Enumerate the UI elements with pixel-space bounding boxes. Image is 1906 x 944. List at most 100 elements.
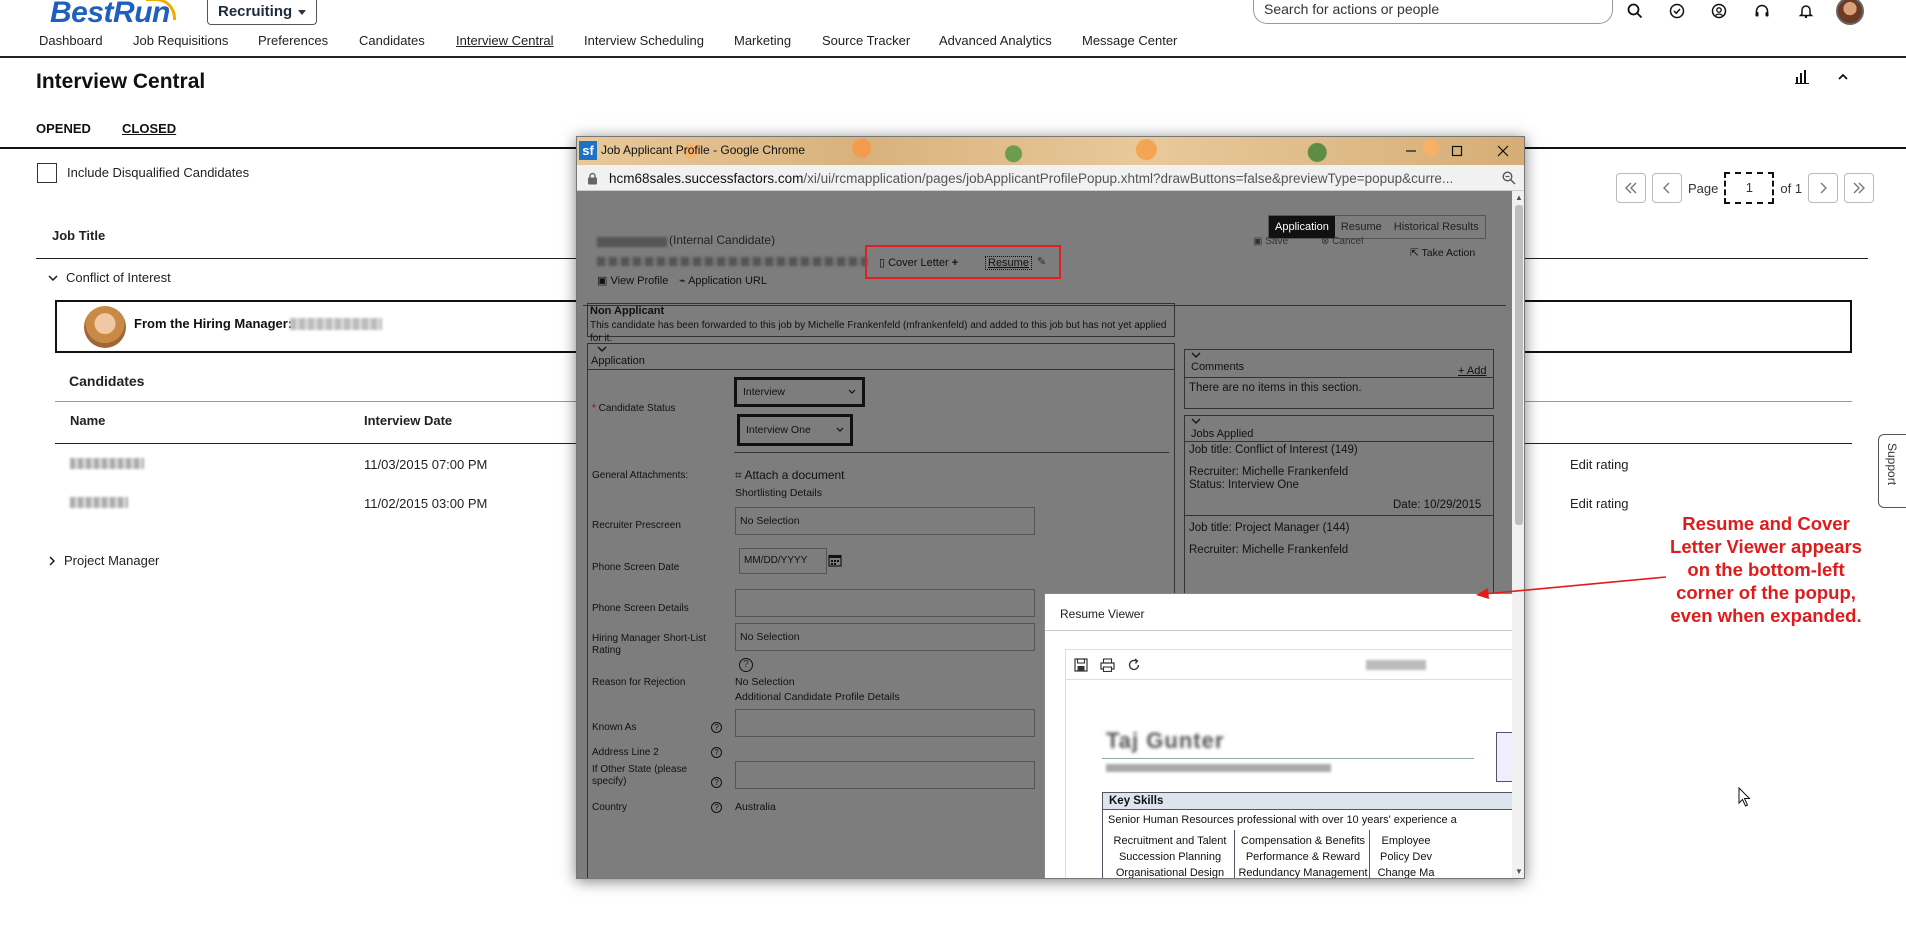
tab-application[interactable]: Application — [1269, 216, 1335, 238]
help-icon[interactable]: ? — [711, 722, 722, 733]
cover-letter-link[interactable]: ▯ Cover Letter + — [879, 256, 958, 269]
edit-rating-link[interactable]: Edit rating — [1570, 457, 1629, 472]
group-project-manager[interactable]: Project Manager — [48, 553, 159, 568]
chevron-right-icon — [1820, 182, 1828, 194]
nav-source-tracker[interactable]: Source Tracker — [822, 33, 910, 48]
nav-preferences[interactable]: Preferences — [258, 33, 328, 48]
chevron-down-icon[interactable] — [1191, 351, 1201, 359]
edit-rating-link[interactable]: Edit rating — [1570, 496, 1629, 511]
cancel-button[interactable]: ⊗ Cancel — [1321, 236, 1363, 247]
candidate-status-select-2[interactable]: Interview One — [737, 414, 853, 446]
reason-rejection-value[interactable]: No Selection — [735, 676, 795, 688]
tab-opened[interactable]: OPENED — [36, 121, 91, 136]
chevron-down-icon — [48, 275, 58, 281]
candidate-name-redacted[interactable] — [70, 458, 144, 469]
module-switcher-button[interactable]: Recruiting — [207, 0, 318, 25]
include-disqualified-checkbox[interactable] — [37, 163, 57, 183]
tab-resume[interactable]: Resume — [1335, 216, 1388, 238]
recruiter-prescreen-select[interactable]: No Selection — [735, 507, 1035, 535]
chevron-down-icon[interactable] — [597, 345, 607, 353]
bell-icon[interactable] — [1795, 0, 1817, 22]
nav-interview-scheduling[interactable]: Interview Scheduling — [584, 33, 704, 48]
url-text[interactable]: hcm68sales.successfactors.com/xi/ui/rcma… — [609, 171, 1453, 186]
help-icon[interactable]: ? — [739, 658, 753, 672]
pencil-icon[interactable]: ✎ — [1037, 255, 1046, 268]
nav-interview-central[interactable]: Interview Central — [456, 33, 554, 48]
nav-job-requisitions[interactable]: Job Requisitions — [133, 33, 228, 48]
known-as-input[interactable] — [735, 709, 1035, 737]
search-input[interactable]: Search for actions or people — [1253, 0, 1613, 24]
popup-scrollbar[interactable]: ▲ ▼ — [1512, 191, 1524, 878]
phone-screen-details-input[interactable] — [735, 589, 1035, 617]
column-header-job-title[interactable]: Job Title — [52, 228, 105, 243]
last-page-button[interactable] — [1844, 173, 1875, 203]
tab-historical-results[interactable]: Historical Results — [1388, 216, 1485, 238]
previous-page-button[interactable] — [1652, 173, 1682, 203]
phone-screen-date-input[interactable]: MM/DD/YYYY — [739, 548, 827, 574]
divider — [587, 369, 1175, 370]
plus-icon[interactable]: + — [952, 257, 958, 269]
save-icon[interactable] — [1074, 657, 1088, 672]
save-button[interactable]: ▣ Save — [1253, 236, 1288, 247]
nav-advanced-analytics[interactable]: Advanced Analytics — [939, 33, 1052, 48]
hiring-manager-name-redacted — [290, 318, 382, 330]
nav-message-center[interactable]: Message Center — [1082, 33, 1177, 48]
print-icon[interactable] — [1100, 657, 1115, 672]
address-bar[interactable]: hcm68sales.successfactors.com/xi/ui/rcma… — [577, 165, 1524, 191]
caret-down-icon — [298, 9, 307, 15]
assistant-icon[interactable] — [1708, 0, 1730, 22]
group-conflict-of-interest[interactable]: Conflict of Interest — [48, 270, 171, 285]
scroll-down-icon[interactable]: ▼ — [1515, 867, 1523, 876]
minimize-button[interactable] — [1388, 137, 1434, 165]
help-icon[interactable]: ? — [711, 747, 722, 758]
chevron-down-icon[interactable] — [1191, 417, 1201, 425]
bar-chart-icon[interactable] — [1794, 68, 1810, 84]
resume-document[interactable]: Taj Gunter Key Skills Senior Human Resou… — [1065, 649, 1512, 878]
scrollbar-thumb[interactable] — [1515, 205, 1523, 525]
column-header-name[interactable]: Name — [70, 413, 105, 428]
candidate-name-redacted[interactable] — [70, 497, 128, 508]
divider — [1102, 758, 1474, 759]
resume-summary: Senior Human Resources professional with… — [1108, 814, 1457, 826]
job-title[interactable]: Job title: Conflict of Interest (149) — [1189, 444, 1358, 456]
phone-screen-details-label: Phone Screen Details — [592, 603, 689, 614]
application-url-link[interactable]: ⌁ Application URL — [679, 274, 767, 287]
view-profile-link[interactable]: ▣ View Profile — [597, 274, 668, 287]
nav-candidates[interactable]: Candidates — [359, 33, 425, 48]
todo-check-icon[interactable] — [1666, 0, 1688, 22]
column-header-interview-date[interactable]: Interview Date — [364, 413, 452, 428]
next-page-button[interactable] — [1808, 173, 1839, 203]
divider — [1045, 630, 1512, 631]
if-other-state-input[interactable] — [735, 761, 1035, 789]
popup-title-bar[interactable]: sf Job Applicant Profile - Google Chrome — [577, 137, 1524, 165]
take-action-button[interactable]: ⇱ Take Action — [1410, 247, 1475, 259]
help-icon[interactable]: ? — [711, 802, 722, 813]
hm-shortlist-label: Hiring Manager Short-List Rating — [592, 633, 706, 656]
add-comment-link[interactable]: + Add — [1458, 365, 1486, 377]
chevron-up-icon[interactable] — [1836, 70, 1850, 84]
search-icon[interactable] — [1624, 0, 1646, 22]
support-tab[interactable]: Support — [1878, 434, 1906, 508]
job-title[interactable]: Job title: Project Manager (144) — [1189, 522, 1349, 534]
headset-icon[interactable] — [1751, 0, 1773, 22]
close-button[interactable] — [1480, 137, 1524, 165]
nav-marketing[interactable]: Marketing — [734, 33, 791, 48]
maximize-button[interactable] — [1434, 137, 1480, 165]
page-number-input[interactable]: 1 — [1724, 172, 1775, 204]
calendar-icon[interactable] — [828, 553, 842, 567]
if-other-state-label: If Other State (please specify) — [592, 764, 688, 787]
hm-shortlist-select[interactable]: No Selection — [735, 623, 1035, 651]
help-icon[interactable]: ? — [711, 777, 722, 788]
user-avatar[interactable] — [1836, 0, 1864, 25]
annotation-text: Resume and Cover Letter Viewer appears o… — [1670, 513, 1862, 626]
attach-document-link[interactable]: ⌗ Attach a document — [735, 468, 845, 483]
zoom-icon[interactable] — [1502, 171, 1516, 185]
scroll-up-icon[interactable]: ▲ — [1515, 193, 1523, 202]
tab-closed[interactable]: CLOSED — [122, 121, 176, 136]
resume-link[interactable]: Resume — [985, 256, 1032, 270]
candidate-status-select-1[interactable]: Interview — [734, 377, 865, 407]
refresh-icon[interactable] — [1127, 657, 1141, 672]
first-page-button[interactable] — [1616, 173, 1646, 203]
bestrun-logo[interactable]: BestRun — [50, 0, 176, 30]
nav-dashboard[interactable]: Dashboard — [39, 33, 103, 48]
